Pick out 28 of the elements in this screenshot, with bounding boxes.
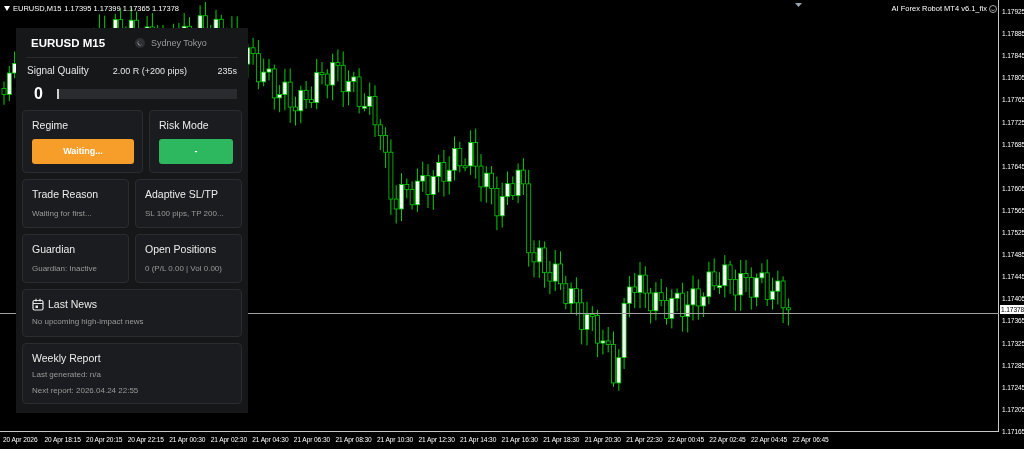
card-title: Guardian	[32, 243, 77, 256]
report-text: Next report: 2026.04.24 22:55	[32, 386, 140, 396]
news-text: No upcoming high-impact news	[32, 317, 145, 327]
card-text: Guardian: Inactive	[32, 264, 98, 274]
dropdown-triangle-icon[interactable]	[4, 6, 10, 12]
smiley-icon[interactable]	[989, 4, 997, 13]
card-title: Trade Reason	[32, 188, 100, 201]
card-title: Risk Mode	[159, 119, 210, 132]
status-button[interactable]: Waiting...	[32, 139, 134, 164]
reward-value: 2.00 R (+200 pips)	[112, 65, 188, 77]
report-text: Last generated: n/a	[32, 370, 102, 380]
session-label: Sydney Tokyo	[151, 38, 207, 49]
status-button[interactable]: -	[159, 139, 233, 164]
timer-value: 235s	[217, 65, 237, 77]
quality-score: 0	[34, 84, 43, 104]
card-title: Regime	[32, 119, 70, 132]
calendar-icon	[32, 298, 44, 311]
moon-icon	[135, 38, 145, 49]
panel-title: EURUSD M15	[31, 36, 107, 51]
signal-quality-label: Signal Quality	[27, 65, 89, 77]
card-text: SL 100 pips, TP 200...	[145, 209, 225, 219]
card-text: Waiting for first...	[32, 209, 93, 219]
card-title: Adaptive SL/TP	[145, 188, 219, 201]
card-text: 0 (P/L 0.00 | Vol 0.00)	[145, 264, 223, 274]
card-title: Last News	[48, 298, 98, 311]
card-title: Weekly Report	[32, 352, 102, 365]
card-title: Open Positions	[145, 243, 218, 256]
shift-marker-icon[interactable]	[795, 3, 802, 7]
